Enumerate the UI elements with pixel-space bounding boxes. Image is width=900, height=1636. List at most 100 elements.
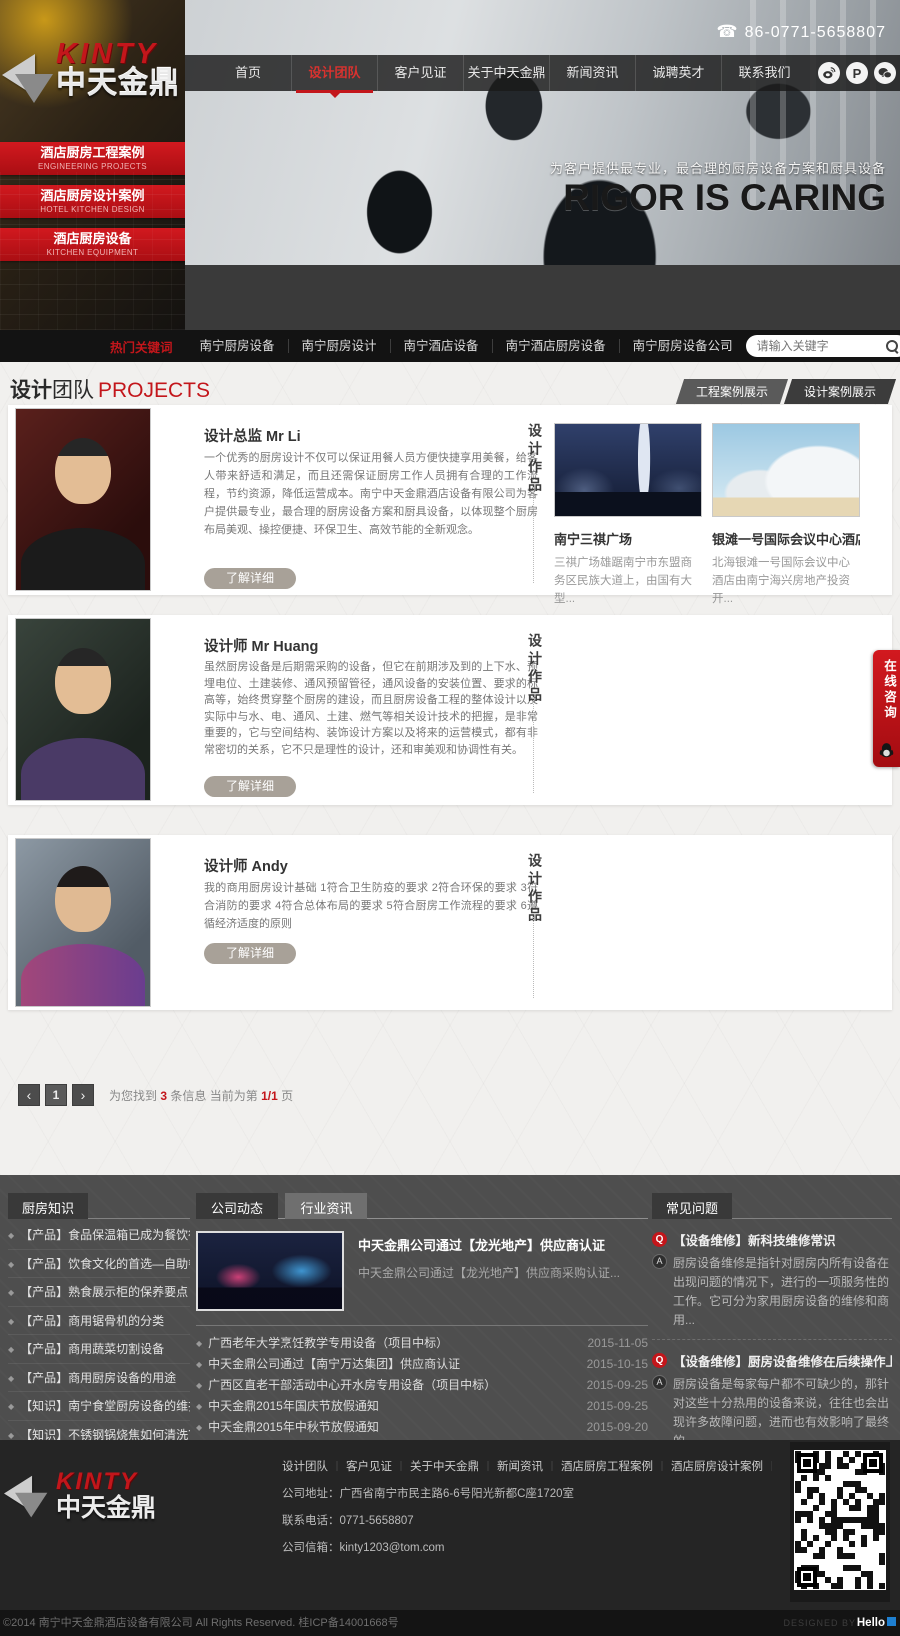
weibo-icon[interactable] xyxy=(818,62,840,84)
work-image-sanqi-plaza[interactable] xyxy=(554,423,702,517)
footer-link[interactable]: 设计团队 xyxy=(282,1461,328,1473)
keyword-link[interactable]: 南宁厨房设备公司 xyxy=(619,339,746,353)
knowledge-link[interactable]: 【产品】熟食展示柜的保养要点 xyxy=(8,1278,190,1307)
header: KINTY 中天金鼎 酒店厨房工程案例 ENGINEERING PROJECTS… xyxy=(0,0,900,330)
faq-header: 常见问题 xyxy=(652,1193,892,1219)
kitchen-knowledge-list: 【产品】食品保温箱已成为餐饮行业的 【产品】饮食文化的首选—自助餐炉 【产品】熟… xyxy=(8,1221,190,1440)
footer-link[interactable]: 客户见证 xyxy=(328,1461,392,1473)
keyword-link[interactable]: 南宁酒店设备 xyxy=(390,339,492,353)
footer-link[interactable]: 关于中天金鼎 xyxy=(392,1461,479,1473)
side-menu-item-hotel-kitchen-design[interactable]: 酒店厨房设计案例 HOTEL KITCHEN DESIGN xyxy=(0,185,185,218)
works-divider xyxy=(533,917,534,998)
designer-credit[interactable]: Hello xyxy=(857,1610,896,1636)
consult-label: 在线咨询 xyxy=(880,659,899,721)
news-link[interactable]: 中天金鼎2015年中秋节放假通知2015-09-20 xyxy=(196,1416,648,1437)
nav-item-home[interactable]: 首页 xyxy=(205,55,291,91)
news-link[interactable]: 广西老年大学烹饪教学专用设备（项目中标）2015-11-05 xyxy=(196,1332,648,1353)
detail-button[interactable]: 了解详细 xyxy=(204,943,296,964)
work-image-yintan-hotel[interactable] xyxy=(712,423,860,517)
news-date: 2015-09-20 xyxy=(587,1420,648,1434)
keyword-link[interactable]: 南宁厨房设计 xyxy=(288,339,390,353)
featured-news-desc: 中天金鼎公司通过【龙光地产】供应商采购认证... xyxy=(358,1264,648,1282)
work-title[interactable]: 银滩一号国际会议中心酒店 xyxy=(712,529,860,548)
designer-card-mr-li: 设计总监 Mr Li 一个优秀的厨房设计不仅可以保证用餐人员方便快捷享用美餐，给… xyxy=(8,405,892,595)
featured-news-text: 中天金鼎公司通过【龙光地产】供应商认证 中天金鼎公司通过【龙光地产】供应商采购认… xyxy=(358,1231,648,1311)
qq-icon xyxy=(878,742,895,764)
social-icons: P xyxy=(818,62,900,84)
work-title[interactable]: 南宁三祺广场 xyxy=(554,529,702,548)
hero-banner: 86-0771-5658807 首页 设计团队 客户见证 关于中天金鼎 新闻资讯… xyxy=(185,0,900,330)
footer-link[interactable]: 酒店厨房设计案例 xyxy=(653,1461,763,1473)
footer-logo[interactable]: KINTY 中天金鼎 xyxy=(56,1470,156,1522)
search-input[interactable] xyxy=(755,338,886,354)
news-link[interactable]: 中天金鼎公司通过【南宁万达集团】供应商认证2015-10-15 xyxy=(196,1353,648,1374)
nav-item-careers[interactable]: 诚聘英才 xyxy=(635,55,721,91)
footer-link[interactable]: 酒店厨房设备 xyxy=(763,1461,772,1473)
keyword-link[interactable]: 南宁厨房设备 xyxy=(187,339,288,353)
knowledge-link[interactable]: 【产品】商用锯骨机的分类 xyxy=(8,1307,190,1336)
knowledge-link[interactable]: 【产品】饮食文化的首选—自助餐炉 xyxy=(8,1250,190,1279)
nav-item-about[interactable]: 关于中天金鼎 xyxy=(463,55,549,91)
tencent-weibo-icon[interactable]: P xyxy=(846,62,868,84)
nav-item-contact[interactable]: 联系我们 xyxy=(721,55,807,91)
designer-photo-mr-li[interactable] xyxy=(15,408,151,591)
side-menu-item-kitchen-equipment[interactable]: 酒店厨房设备 KITCHEN EQUIPMENT xyxy=(0,228,185,261)
news-list: 广西老年大学烹饪教学专用设备（项目中标）2015-11-05 中天金鼎公司通过【… xyxy=(196,1332,648,1437)
faq-item: Q【设备维修】新科技维修常识 A厨房设备维修是指针对厨房内所有设备在出现问题的情… xyxy=(652,1230,892,1330)
news-link[interactable]: 中天金鼎2015年国庆节放假通知2015-09-25 xyxy=(196,1395,648,1416)
detail-button[interactable]: 了解详细 xyxy=(204,776,296,797)
nav-item-news[interactable]: 新闻资讯 xyxy=(549,55,635,91)
side-menu-item-engineering-projects[interactable]: 酒店厨房工程案例 ENGINEERING PROJECTS xyxy=(0,142,185,175)
qr-finder xyxy=(797,1453,817,1473)
footer-link[interactable]: 新闻资讯 xyxy=(479,1461,543,1473)
next-page-button[interactable]: › xyxy=(72,1084,94,1106)
faq-answer: A厨房设备维修是指针对厨房内所有设备在出现问题的情况下，进行的一项服务性的工作。… xyxy=(652,1254,892,1330)
bottom-section: 厨房知识 【产品】食品保温箱已成为餐饮行业的 【产品】饮食文化的首选—自助餐炉 … xyxy=(0,1175,900,1440)
search-box[interactable] xyxy=(746,335,900,357)
tab-company-news[interactable]: 公司动态 xyxy=(196,1193,278,1219)
work-item: 银滩一号国际会议中心酒店 北海银滩一号国际会议中心酒店由南宁海兴房地产投资开..… xyxy=(712,423,860,608)
banner-slogan: 为客户提供最专业，最合理的厨房设备方案和厨具设备 RIGOR IS CARING xyxy=(550,158,886,219)
page: KINTY 中天金鼎 酒店厨房工程案例 ENGINEERING PROJECTS… xyxy=(0,0,900,1636)
knowledge-link[interactable]: 【产品】食品保温箱已成为餐饮行业的 xyxy=(8,1221,190,1250)
detail-button[interactable]: 了解详细 xyxy=(204,568,296,589)
news-tabs: 公司动态 行业资讯 xyxy=(196,1193,648,1219)
search-icon[interactable] xyxy=(886,340,899,353)
works-divider xyxy=(533,697,534,793)
knowledge-link[interactable]: 【产品】商用厨房设备的用途 xyxy=(8,1364,190,1393)
bottom-bar: ©2014 南宁中天金鼎酒店设备有限公司 All Rights Reserved… xyxy=(0,1610,900,1636)
prev-page-button[interactable]: ‹ xyxy=(18,1084,40,1106)
featured-news-image[interactable] xyxy=(196,1231,344,1311)
diamond-bullet-icon xyxy=(8,1428,20,1441)
designer-photo-andy[interactable] xyxy=(15,838,151,1007)
knowledge-link[interactable]: 【知识】不锈钢锅烧焦如何清洗？不锈钢 xyxy=(8,1421,190,1441)
kitchen-knowledge-header: 厨房知识 xyxy=(8,1193,190,1219)
designer-title: 设计师 Mr Huang xyxy=(204,635,318,656)
designer-title: 设计师 Andy xyxy=(204,855,288,876)
diamond-bullet-icon xyxy=(196,1378,208,1392)
nav-item-design-team[interactable]: 设计团队 xyxy=(291,55,377,91)
online-consult-tab[interactable]: 在线咨询 xyxy=(873,650,900,767)
knowledge-link[interactable]: 【产品】商用蔬菜切割设备 xyxy=(8,1335,190,1364)
wechat-icon[interactable] xyxy=(874,62,896,84)
designer-photo-mr-huang[interactable] xyxy=(15,618,151,801)
faq-question[interactable]: Q【设备维修】厨房设备维修在后续操作上 xyxy=(652,1351,892,1370)
knowledge-link[interactable]: 【知识】南宁食堂厨房设备的维护及保 xyxy=(8,1392,190,1421)
nav-item-testimonials[interactable]: 客户见证 xyxy=(377,55,463,91)
footer-link[interactable]: 酒店厨房工程案例 xyxy=(543,1461,653,1473)
faq-column: 常见问题 Q【设备维修】新科技维修常识 A厨房设备维修是指针对厨房内所有设备在出… xyxy=(652,1193,892,1440)
page-number-button[interactable]: 1 xyxy=(45,1084,67,1106)
side-item-cn: 酒店厨房设备 xyxy=(0,230,185,247)
question-icon: Q xyxy=(652,1353,667,1368)
tab-industry-news[interactable]: 行业资讯 xyxy=(285,1193,367,1219)
tab-design-cases[interactable]: 设计案例展示 xyxy=(784,379,896,404)
featured-news-title[interactable]: 中天金鼎公司通过【龙光地产】供应商认证 xyxy=(358,1235,648,1254)
news-link[interactable]: 广西区直老干部活动中心开水房专用设备（项目中标）2015-09-25 xyxy=(196,1374,648,1395)
tab-engineering-cases[interactable]: 工程案例展示 xyxy=(676,379,788,404)
qr-finder xyxy=(797,1567,817,1587)
faq-item: Q【设备维修】厨房设备维修在后续操作上 A厨房设备是每家每户都不可缺少的，那针对… xyxy=(652,1351,892,1440)
main-content: 设计团队PROJECTS 工程案例展示 设计案例展示 设计总监 Mr Li 一个… xyxy=(0,362,900,1175)
faq-question[interactable]: Q【设备维修】新科技维修常识 xyxy=(652,1230,892,1249)
brand-logo[interactable]: KINTY 中天金鼎 xyxy=(56,40,185,100)
keyword-link[interactable]: 南宁酒店厨房设备 xyxy=(492,339,619,353)
